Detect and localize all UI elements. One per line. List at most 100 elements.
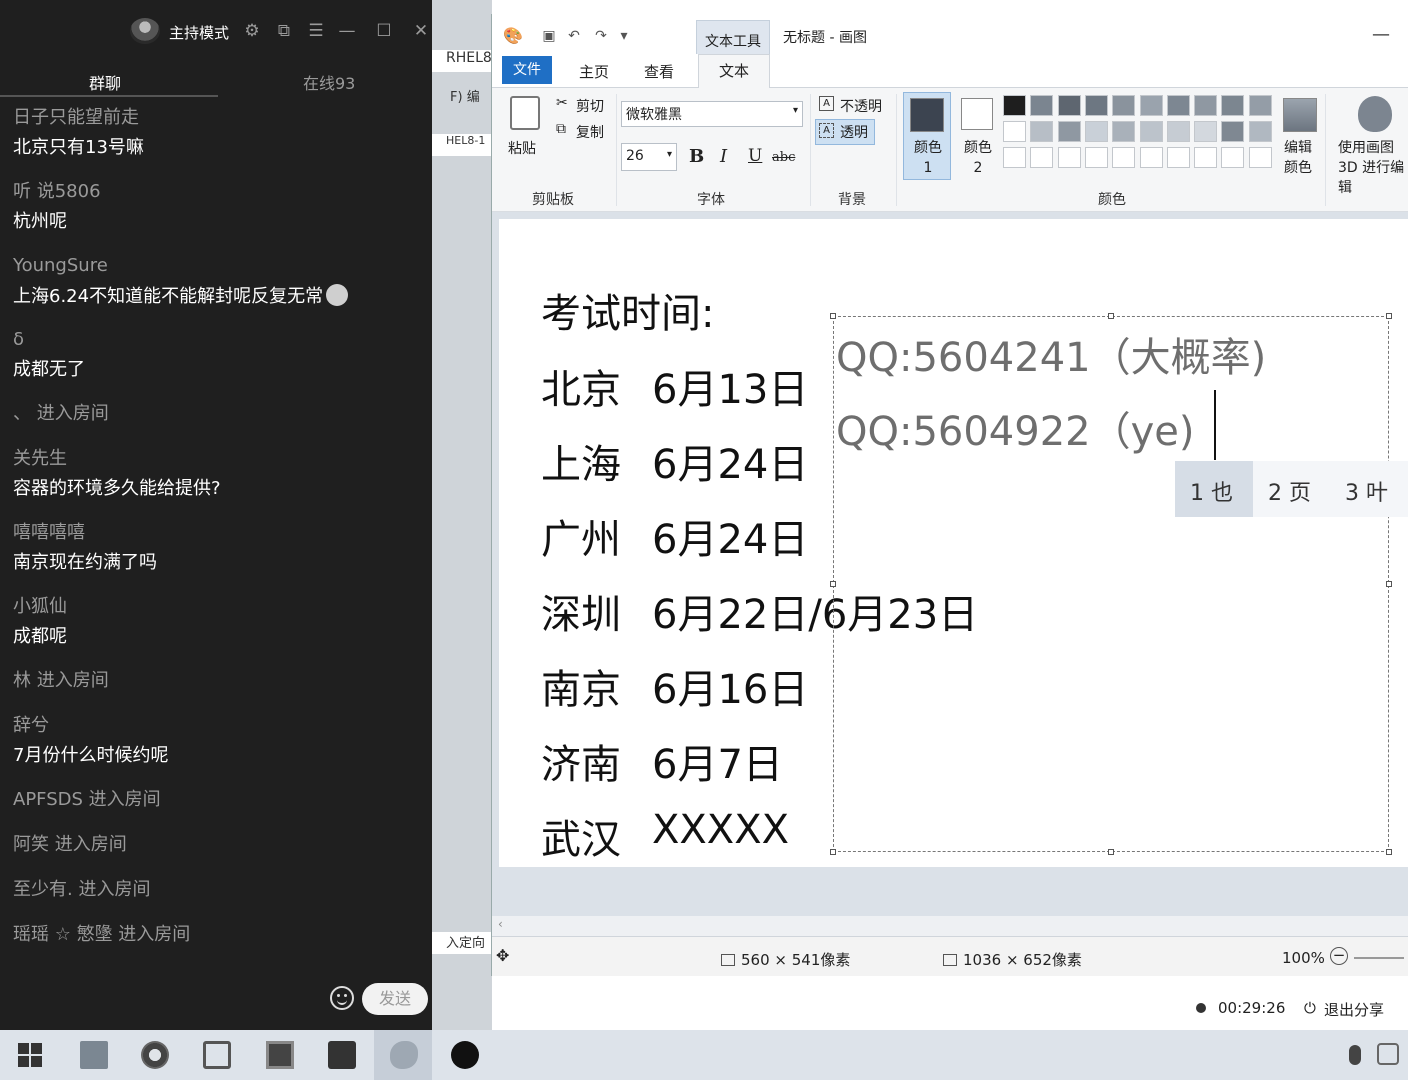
minimize-icon[interactable]: — xyxy=(336,20,358,42)
palette-swatch[interactable] xyxy=(1221,121,1245,142)
browser-icon[interactable] xyxy=(141,1041,169,1069)
paint-taskbar-icon[interactable] xyxy=(390,1041,418,1069)
palette-swatch[interactable] xyxy=(1139,95,1163,116)
palette-swatch[interactable] xyxy=(1166,121,1190,142)
palette-swatch[interactable] xyxy=(1084,95,1108,116)
palette-swatch[interactable] xyxy=(1112,95,1136,116)
undo-icon[interactable]: ↶ xyxy=(565,28,583,44)
resize-handle[interactable] xyxy=(1108,313,1114,319)
bg-window-tab-2[interactable]: HEL8-1 xyxy=(432,134,492,156)
emoji-picker-icon[interactable] xyxy=(330,986,354,1010)
resize-handle[interactable] xyxy=(830,581,836,587)
resize-handle[interactable] xyxy=(1108,849,1114,855)
send-button[interactable]: 发送 xyxy=(362,983,428,1015)
italic-button[interactable]: I xyxy=(720,146,727,167)
palette-swatch[interactable] xyxy=(1084,121,1108,142)
opaque-button[interactable]: 不透明 xyxy=(840,96,882,116)
font-size-select[interactable]: 26 ▾ xyxy=(621,143,677,171)
resize-handle[interactable] xyxy=(1386,849,1392,855)
font-family-select[interactable]: 微软雅黑 ▾ xyxy=(621,101,803,127)
minimize-icon[interactable]: — xyxy=(1372,24,1390,45)
bold-button[interactable]: B xyxy=(689,146,704,167)
resize-handle[interactable] xyxy=(1386,313,1392,319)
palette-swatch[interactable] xyxy=(1030,95,1054,116)
palette-swatch[interactable] xyxy=(1003,121,1026,142)
cut-button[interactable]: 剪切 xyxy=(576,96,604,116)
palette-swatch[interactable] xyxy=(1248,121,1272,142)
paste-button[interactable]: 粘贴 xyxy=(508,138,536,158)
customize-qat-icon[interactable]: ▾ xyxy=(615,28,633,44)
resize-handle[interactable] xyxy=(830,849,836,855)
resize-handle[interactable] xyxy=(830,313,836,319)
ime-candidate[interactable]: 3 叶 xyxy=(1345,475,1388,507)
edit-colors-button[interactable]: 编辑颜色 xyxy=(1284,138,1316,178)
palette-swatch[interactable] xyxy=(1057,121,1081,142)
bg-window-tab[interactable]: RHEL8 xyxy=(432,50,492,72)
obs-icon[interactable] xyxy=(451,1041,479,1069)
message-list[interactable]: 日子只能望前走 北京只有13号嘛 听 说5806 杭州呢 YoungSure 上… xyxy=(13,106,423,968)
message-author: 日子只能望前走 xyxy=(13,107,139,128)
color2-label[interactable]: 颜色 2 xyxy=(961,138,995,178)
horizontal-scrollbar[interactable]: ‹ xyxy=(492,916,1408,936)
redo-icon[interactable]: ↷ xyxy=(592,28,610,44)
palette-swatch[interactable] xyxy=(1003,147,1026,168)
app-icon[interactable] xyxy=(328,1041,356,1069)
paint3d-button[interactable]: 使用画图 3D 进行编辑 xyxy=(1338,138,1408,198)
ime-candidate-bar: 1 也 2 页 3 叶 xyxy=(1175,461,1408,517)
palette-swatch[interactable] xyxy=(1112,147,1136,168)
microphone-icon[interactable] xyxy=(1349,1045,1361,1065)
strikethrough-button[interactable]: abc xyxy=(772,150,795,165)
tab-group-chat[interactable]: 群聊 xyxy=(89,70,121,94)
ime-candidate[interactable]: 1 也 xyxy=(1175,461,1253,517)
menu-icon[interactable]: ☰ xyxy=(305,20,327,42)
cut-icon[interactable]: ✂ xyxy=(556,95,568,111)
palette-swatch[interactable] xyxy=(1139,147,1163,168)
transparent-button[interactable]: 透明 xyxy=(840,122,868,142)
text-selection-box[interactable] xyxy=(830,313,1392,855)
copy-icon[interactable]: ⧉ xyxy=(556,121,566,137)
zoom-out-icon[interactable]: − xyxy=(1330,947,1348,965)
exit-share-button[interactable]: 退出分享 xyxy=(1324,999,1384,1020)
tab-online[interactable]: 在线93 xyxy=(303,70,355,94)
start-icon[interactable] xyxy=(18,1043,42,1067)
palette-swatch[interactable] xyxy=(1248,95,1272,116)
palette-swatch[interactable] xyxy=(1166,95,1190,116)
scroll-left-icon[interactable]: ‹ xyxy=(498,917,503,931)
popout-icon[interactable]: ⧉ xyxy=(273,20,295,42)
palette-swatch[interactable] xyxy=(1194,121,1218,142)
palette-swatch[interactable] xyxy=(1194,147,1218,168)
underline-button[interactable]: U xyxy=(748,146,762,166)
save-icon[interactable]: ▣ xyxy=(540,28,558,44)
close-icon[interactable]: ✕ xyxy=(410,20,432,42)
copy-button[interactable]: 复制 xyxy=(576,122,604,142)
palette-swatch[interactable] xyxy=(1030,147,1054,168)
file-explorer-icon[interactable] xyxy=(80,1041,108,1069)
tab-home[interactable]: 主页 xyxy=(579,61,609,82)
palette-swatch[interactable] xyxy=(1248,147,1272,168)
palette-swatch[interactable] xyxy=(1139,121,1163,142)
palette-swatch[interactable] xyxy=(1166,147,1190,168)
media-icon[interactable] xyxy=(266,1041,294,1069)
drawing-canvas[interactable]: 考试时间: 北京 6月13日 上海 6月24日 广州 6月24日 深圳 6月22… xyxy=(499,219,1408,867)
palette-swatch[interactable] xyxy=(1057,95,1081,116)
tab-view[interactable]: 查看 xyxy=(644,61,674,82)
palette-swatch[interactable] xyxy=(1112,121,1136,142)
settings-icon[interactable]: ⚙ xyxy=(241,20,263,42)
palette-swatch[interactable] xyxy=(1057,147,1081,168)
color2-swatch[interactable] xyxy=(961,98,993,130)
tab-text[interactable]: 文本 xyxy=(698,54,770,89)
palette-swatch[interactable] xyxy=(1030,121,1054,142)
maximize-icon[interactable]: ☐ xyxy=(373,20,395,42)
resize-handle[interactable] xyxy=(1386,581,1392,587)
palette-swatch[interactable] xyxy=(1194,95,1218,116)
paste-icon[interactable] xyxy=(510,96,540,130)
tab-file[interactable]: 文件 xyxy=(502,56,552,84)
notification-icon[interactable] xyxy=(1377,1043,1399,1065)
vm-icon[interactable] xyxy=(203,1041,231,1069)
zoom-slider[interactable] xyxy=(1354,957,1404,959)
palette-swatch[interactable] xyxy=(1084,147,1108,168)
palette-swatch[interactable] xyxy=(1221,147,1245,168)
palette-swatch[interactable] xyxy=(1003,95,1026,116)
ime-candidate[interactable]: 2 页 xyxy=(1268,475,1311,507)
palette-swatch[interactable] xyxy=(1221,95,1245,116)
